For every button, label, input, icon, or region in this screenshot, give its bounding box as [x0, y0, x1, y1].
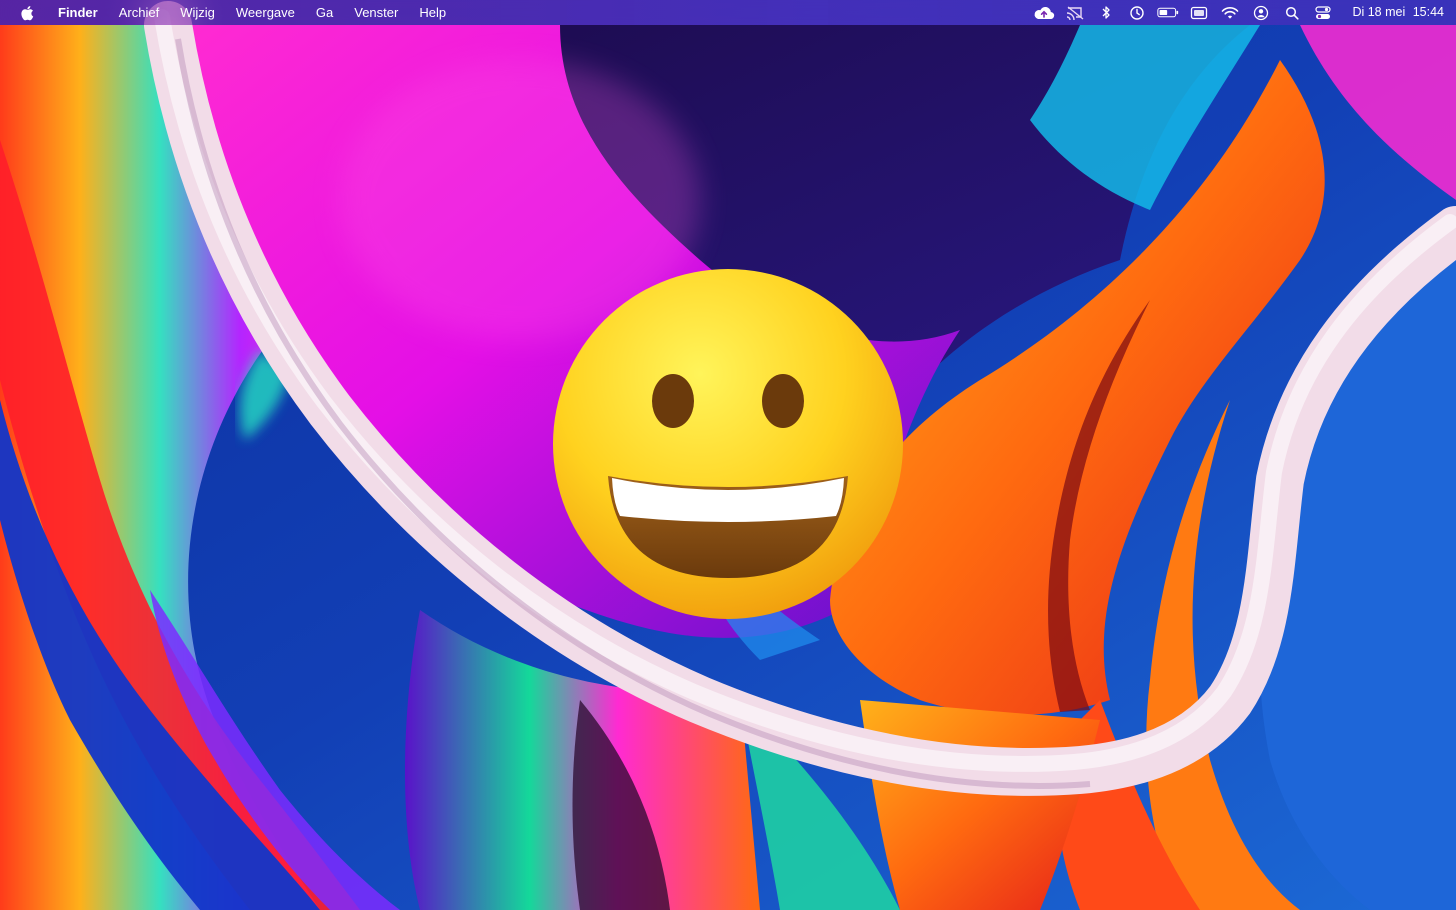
control-center-icon[interactable]	[1312, 0, 1334, 25]
menu-weergave[interactable]: Weergave	[236, 0, 295, 25]
wifi-icon[interactable]	[1219, 0, 1241, 25]
menu-finder[interactable]: Finder	[58, 0, 98, 25]
display-icon[interactable]	[1188, 0, 1210, 25]
menu-bar: Finder Archief Wijzig Weergave Ga Venste…	[0, 0, 1456, 25]
icloud-upload-icon[interactable]	[1033, 0, 1055, 25]
clock-date: Di 18 mei	[1352, 5, 1406, 19]
menu-help[interactable]: Help	[419, 0, 446, 25]
battery-icon[interactable]	[1157, 0, 1179, 25]
clock-time: 15:44	[1412, 5, 1444, 19]
apple-logo-icon[interactable]	[20, 5, 34, 21]
time-machine-icon[interactable]	[1126, 0, 1148, 25]
grinning-face-emoji-icon	[553, 269, 903, 619]
menu-wijzig[interactable]: Wijzig	[180, 0, 215, 25]
user-icon[interactable]	[1250, 0, 1272, 25]
cast-off-icon[interactable]	[1064, 0, 1086, 25]
menu-venster[interactable]: Venster	[354, 0, 398, 25]
menu-bar-clock[interactable]: Di 18 mei 15:44	[1348, 0, 1444, 25]
search-icon[interactable]	[1281, 0, 1303, 25]
menu-ga[interactable]: Ga	[316, 0, 333, 25]
menu-archief[interactable]: Archief	[119, 0, 159, 25]
desktop: Finder Archief Wijzig Weergave Ga Venste…	[0, 0, 1456, 910]
bluetooth-icon[interactable]	[1095, 0, 1117, 25]
